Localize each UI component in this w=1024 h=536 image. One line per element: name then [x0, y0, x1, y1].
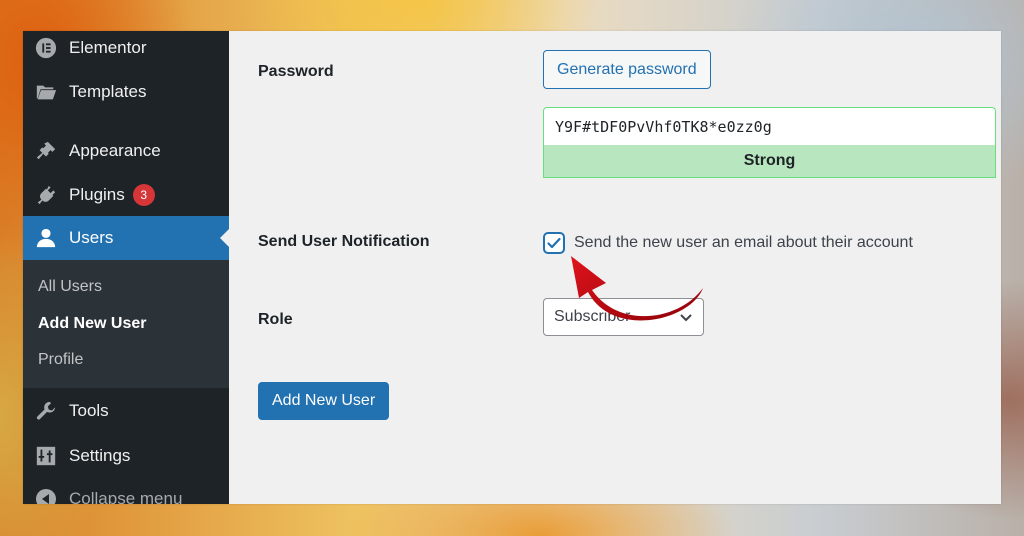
- password-strength-indicator: Strong: [543, 145, 996, 178]
- collapse-menu-button[interactable]: Collapse menu: [23, 477, 229, 504]
- folder-icon: [34, 80, 58, 104]
- send-notification-label: Send User Notification: [258, 233, 430, 250]
- sidebar-item-appearance[interactable]: Appearance: [23, 129, 229, 173]
- generate-password-button[interactable]: Generate password: [543, 50, 711, 89]
- chevron-down-icon: [680, 314, 692, 322]
- users-submenu: All Users Add New User Profile: [23, 260, 229, 388]
- plugin-icon: [34, 183, 58, 207]
- plugin-update-badge: 3: [132, 184, 155, 206]
- user-icon: [34, 226, 58, 250]
- password-field-group: Strong: [543, 107, 996, 178]
- paintbrush-icon: [34, 139, 58, 163]
- role-select[interactable]: Subscriber: [543, 298, 704, 336]
- sidebar-item-plugins[interactable]: Plugins 3: [23, 173, 229, 217]
- sidebar-item-label: Users: [69, 228, 114, 247]
- add-user-form: Password Generate password Strong Send U…: [230, 31, 1001, 504]
- sidebar-item-users[interactable]: Users: [23, 216, 229, 260]
- sidebar-item-templates[interactable]: Templates: [23, 70, 229, 114]
- checkmark-icon: [547, 237, 561, 249]
- password-input[interactable]: [543, 107, 996, 145]
- sidebar-item-settings[interactable]: Settings: [23, 434, 229, 478]
- sidebar-item-label: Tools: [69, 401, 109, 420]
- sidebar-item-label: Collapse menu: [69, 489, 183, 504]
- role-select-value: Subscriber: [554, 308, 631, 325]
- add-new-user-button[interactable]: Add New User: [258, 382, 390, 420]
- sidebar-item-label: Plugins: [69, 185, 125, 204]
- sidebar-item-label: Elementor: [69, 38, 147, 57]
- wrench-icon: [34, 399, 58, 423]
- sidebar-item-elementor[interactable]: Elementor: [23, 31, 229, 70]
- sidebar-item-tools[interactable]: Tools: [23, 389, 229, 433]
- settings-sliders-icon: [34, 444, 58, 468]
- send-notification-checkbox-label: Send the new user an email about their a…: [574, 234, 913, 251]
- role-label: Role: [258, 311, 293, 328]
- wp-admin-panel: Elementor Templates Appearance Plugins 3: [23, 31, 1001, 504]
- elementor-icon: [34, 36, 58, 60]
- submenu-item-all-users[interactable]: All Users: [38, 278, 102, 296]
- submenu-item-add-new-user[interactable]: Add New User: [38, 315, 146, 333]
- send-notification-checkbox[interactable]: [543, 232, 565, 254]
- collapse-icon: [34, 487, 58, 504]
- sidebar-item-label: Templates: [69, 82, 147, 101]
- password-label: Password: [258, 63, 334, 80]
- admin-sidebar: Elementor Templates Appearance Plugins 3: [23, 31, 229, 504]
- sidebar-item-label: Appearance: [69, 141, 161, 160]
- send-notification-option[interactable]: Send the new user an email about their a…: [543, 232, 913, 254]
- submenu-item-profile[interactable]: Profile: [38, 351, 83, 369]
- sidebar-item-label: Settings: [69, 446, 131, 465]
